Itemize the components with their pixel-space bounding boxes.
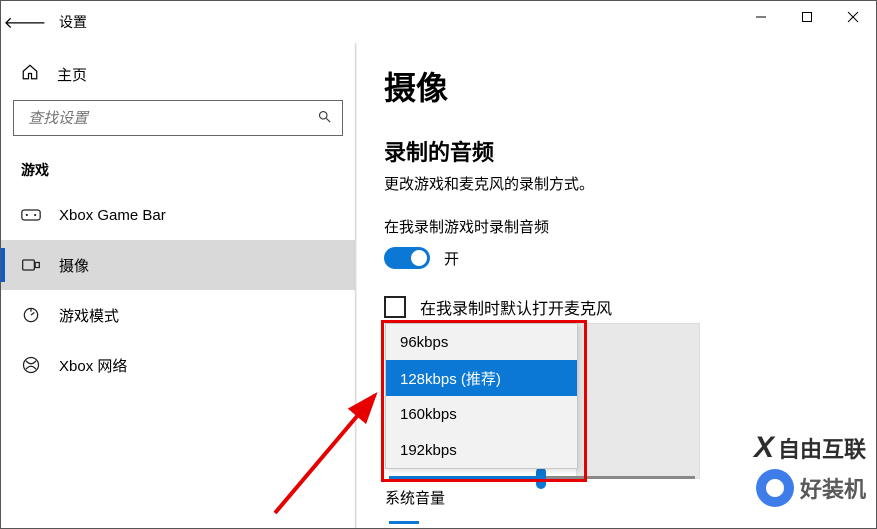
dropdown-option-label: 128kbps (推荐) [400,368,501,389]
toggle-state-label: 开 [444,248,459,269]
record-audio-toggle[interactable] [384,247,430,269]
sidebar-item-label: Xbox Game Bar [59,207,166,224]
sidebar-item-game-mode[interactable]: 游戏模式 [1,290,355,340]
mic-default-label: 在我录制时默认打开麦克风 [420,295,612,319]
page-title: 摄像 [384,63,876,109]
minimize-button[interactable] [738,1,784,33]
gamebar-icon [21,207,41,223]
system-volume-label: 系统音量 [385,487,445,508]
sidebar-item-label: 游戏模式 [59,305,119,326]
mic-default-row[interactable]: 在我录制时默认打开麦克风 [384,295,876,319]
window-controls [738,1,876,43]
search-wrap [13,100,343,136]
window-title: 设置 [59,12,87,32]
capture-icon [21,257,41,273]
sidebar-item-label: Xbox 网络 [59,355,127,376]
minimize-icon [755,11,767,23]
xbox-icon [21,355,41,375]
audio-heading: 录制的音频 [384,135,876,167]
sidebar-item-xbox-network[interactable]: Xbox 网络 [1,340,355,390]
search-input[interactable] [26,109,317,128]
sidebar-item-label: 摄像 [59,255,89,276]
search-icon [317,109,332,128]
audio-desc: 更改游戏和麦克风的录制方式。 [384,173,876,194]
sidebar-home-label: 主页 [57,64,87,85]
back-arrow-icon: 🡐 [4,12,47,33]
sidebar: 主页 游戏 Xbox Game Bar [1,43,356,528]
close-icon [847,11,859,23]
sidebar-item-capture[interactable]: 摄像 [1,240,355,290]
settings-window: 🡐 设置 主页 [0,0,877,529]
dropdown-option-160[interactable]: 160kbps [386,396,577,432]
home-icon [21,63,39,86]
dropdown-option-96[interactable]: 96kbps [386,324,577,360]
record-audio-label: 在我录制游戏时录制音频 [384,216,876,237]
system-volume-slider[interactable] [389,521,695,527]
slider-thumb[interactable] [536,467,546,489]
sidebar-section-label: 游戏 [1,154,355,190]
bitrate-dropdown[interactable]: 96kbps 128kbps (推荐) 160kbps 192kbps [385,323,578,469]
dropdown-option-192[interactable]: 192kbps [386,432,577,468]
back-button[interactable]: 🡐 [11,8,39,36]
maximize-button[interactable] [784,1,830,33]
slider-fill [389,476,541,479]
mic-default-checkbox[interactable] [384,296,406,318]
quality-slider[interactable] [389,467,695,489]
dropdown-option-label: 192kbps [400,442,457,459]
sidebar-item-xbox-game-bar[interactable]: Xbox Game Bar [1,190,355,240]
search-box[interactable] [13,100,343,136]
sidebar-home[interactable]: 主页 [1,55,355,100]
close-button[interactable] [830,1,876,33]
maximize-icon [801,11,813,23]
gamemode-icon [21,305,41,325]
dropdown-option-label: 96kbps [400,334,448,351]
dropdown-option-label: 160kbps [400,406,457,423]
slider-fill [389,521,419,524]
slider-backdrop [576,323,700,479]
titlebar-left: 🡐 设置 [11,8,87,36]
record-audio-toggle-row: 开 [384,247,876,269]
dropdown-option-128[interactable]: 128kbps (推荐) [386,360,577,396]
titlebar: 🡐 设置 [1,1,876,43]
